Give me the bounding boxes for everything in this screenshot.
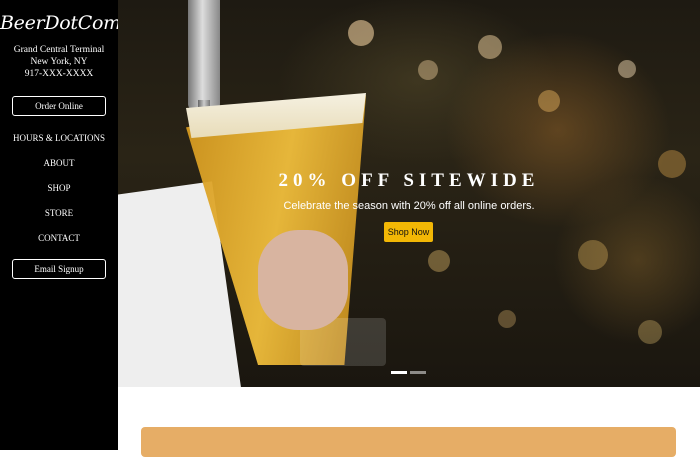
carousel-dot-2[interactable] — [410, 371, 426, 374]
bokeh-light — [478, 35, 502, 59]
bokeh-light — [538, 90, 560, 112]
nav-item-store[interactable]: STORE — [0, 201, 118, 226]
nav-item-shop[interactable]: SHOP — [0, 176, 118, 201]
email-signup-button[interactable]: Email Signup — [12, 259, 106, 279]
hand — [258, 230, 348, 330]
main-nav: HOURS & LOCATIONS ABOUT SHOP STORE CONTA… — [0, 126, 118, 251]
address-block: Grand Central Terminal New York, NY 917-… — [0, 44, 118, 80]
promo-panel — [141, 427, 676, 457]
nav-item-contact[interactable]: CONTACT — [0, 226, 118, 251]
address-line-2: New York, NY — [30, 57, 88, 67]
hero-banner: 20% OFF SITEWIDE Celebrate the season wi… — [118, 0, 700, 387]
hero-title: 20% OFF SITEWIDE — [278, 170, 540, 191]
bokeh-light — [578, 240, 608, 270]
nav-item-about[interactable]: ABOUT — [0, 151, 118, 176]
beer-tap — [188, 0, 220, 110]
carousel-dot-1[interactable] — [391, 371, 407, 374]
shop-now-button[interactable]: Shop Now — [384, 222, 433, 242]
bokeh-light — [618, 60, 636, 78]
address-line-1: Grand Central Terminal — [13, 45, 105, 55]
bokeh-light — [348, 20, 374, 46]
bokeh-light — [428, 250, 450, 272]
bokeh-light — [638, 320, 662, 344]
site-logo[interactable]: BeerDotCom — [0, 12, 121, 34]
bokeh-light — [418, 60, 438, 80]
sidebar: BeerDotCom Grand Central Terminal New Yo… — [0, 0, 121, 450]
bokeh-light — [498, 310, 516, 328]
nav-item-hours-locations[interactable]: HOURS & LOCATIONS — [0, 126, 118, 151]
hero-subtitle: Celebrate the season with 20% off all on… — [283, 200, 535, 212]
order-online-button[interactable]: Order Online — [12, 96, 106, 116]
phone-number[interactable]: 917-XXX-XXXX — [0, 68, 118, 80]
